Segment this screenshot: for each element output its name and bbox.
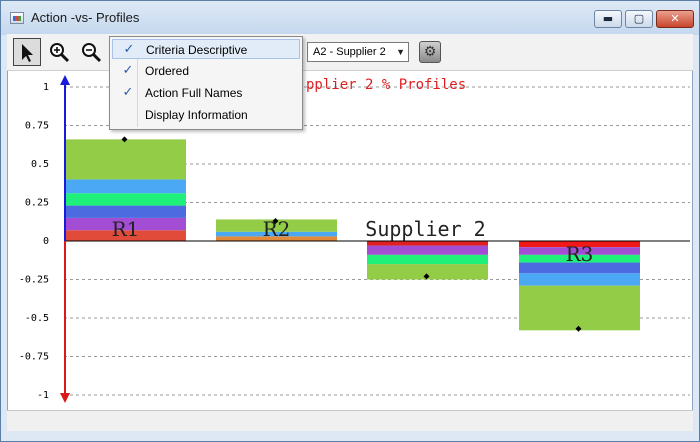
gear-icon: ⚙: [423, 44, 437, 60]
app-icon: [10, 12, 24, 24]
menu-item-criteria-descriptive[interactable]: ✓ Criteria Descriptive: [112, 39, 300, 59]
category-label: R3: [566, 242, 594, 266]
bar-segment: [65, 193, 186, 206]
bar-segment: [519, 273, 640, 286]
title-bar[interactable]: Action -vs- Profiles ▬ ▢ ✕: [1, 1, 699, 35]
checkmark-icon: ✓: [123, 41, 135, 56]
zoom-in-icon: [50, 43, 70, 63]
bar-segment: [519, 285, 640, 331]
chevron-down-icon: ▼: [396, 47, 405, 57]
y-tick-label: 0.25: [25, 198, 49, 209]
y-tick-label: -1: [37, 390, 49, 401]
y-tick-label: 0: [43, 236, 49, 247]
menu-item-label: Criteria Descriptive: [146, 43, 248, 57]
menu-item-action-full-names[interactable]: ✓ Action Full Names: [112, 83, 300, 103]
maximize-icon: ▢: [633, 12, 645, 25]
y-tick-label: -0.5: [25, 313, 49, 324]
minimize-icon: ▬: [602, 12, 614, 25]
menu-item-ordered[interactable]: ✓ Ordered: [112, 61, 300, 81]
minimize-button[interactable]: ▬: [594, 10, 622, 28]
zoom-in-button[interactable]: [45, 38, 73, 66]
y-tick-label: 1: [43, 82, 49, 93]
settings-button[interactable]: ⚙: [419, 41, 441, 63]
arrow-down-icon: [60, 393, 70, 403]
bar-segment: [65, 139, 186, 180]
close-icon: ✕: [670, 12, 680, 25]
y-tick-label: 0.75: [25, 121, 49, 132]
bar-segment: [367, 241, 488, 246]
action-select-value: A2 - Supplier 2: [313, 46, 386, 58]
status-bar: [7, 410, 693, 431]
menu-item-label: Display Information: [145, 108, 248, 122]
bar-segment: [367, 245, 488, 255]
menu-item-label: Action Full Names: [145, 86, 243, 100]
y-tick-label: -0.75: [19, 352, 49, 363]
y-tick-label: -0.25: [19, 275, 49, 286]
window-title: Action -vs- Profiles: [31, 10, 140, 25]
checkmark-icon: ✓: [122, 84, 134, 99]
close-button[interactable]: ✕: [656, 10, 694, 28]
action-select[interactable]: A2 - Supplier 2 ▼: [307, 42, 409, 62]
arrow-up-icon: [60, 75, 70, 85]
menu-item-display-information[interactable]: Display Information: [112, 105, 300, 125]
bar-segment: [65, 179, 186, 194]
select-tool-button[interactable]: [13, 38, 41, 66]
zoom-out-icon: [82, 43, 102, 63]
maximize-button[interactable]: ▢: [625, 10, 653, 28]
zoom-out-button[interactable]: [77, 38, 105, 66]
category-label: R1: [112, 217, 140, 241]
options-context-menu: ✓ Criteria Descriptive ✓ Ordered ✓ Actio…: [109, 36, 303, 130]
action-name-label: Supplier 2: [365, 217, 485, 241]
chart-title: pplier 2 % Profiles: [306, 77, 466, 93]
y-tick-label: 0.5: [31, 159, 49, 170]
menu-item-label: Ordered: [145, 64, 190, 78]
arrow-pointer-icon: [22, 44, 33, 62]
bar-segment: [367, 254, 488, 265]
checkmark-icon: ✓: [122, 62, 134, 77]
